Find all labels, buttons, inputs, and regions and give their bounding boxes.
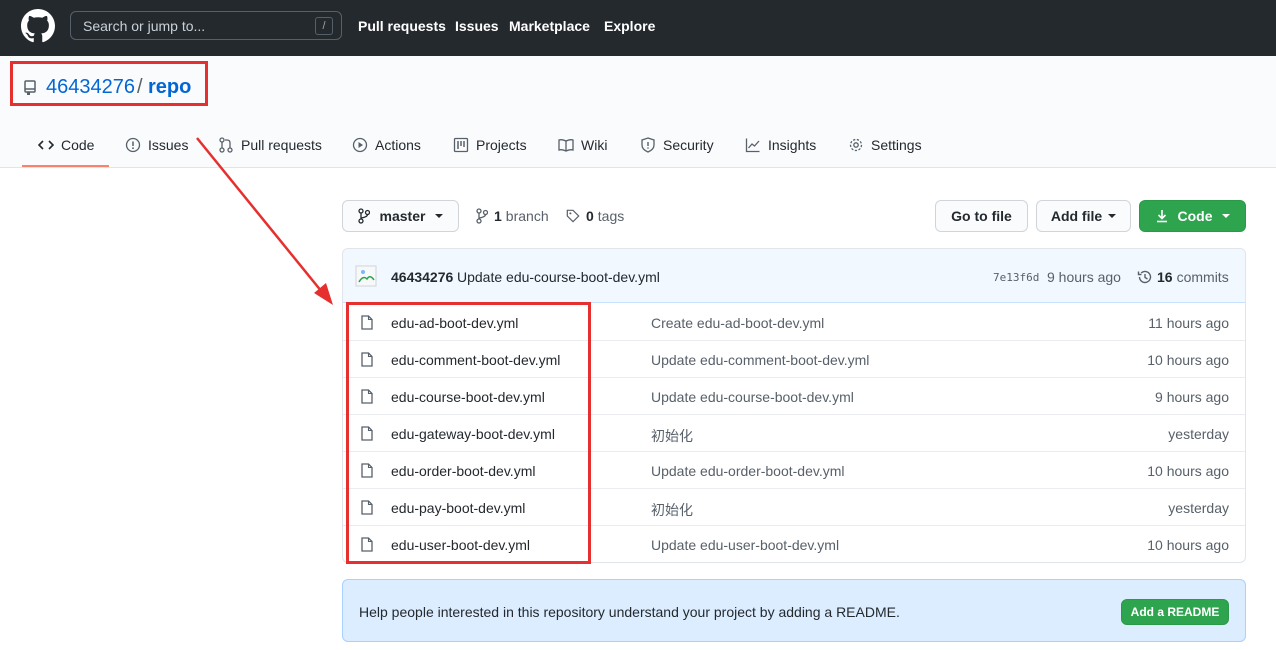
add-file-label: Add file [1050,208,1103,224]
avatar[interactable] [355,265,377,287]
commit-count: 16 [1157,269,1173,285]
file-commit-message[interactable]: 初始化 [651,426,693,446]
annotation-box-file-names [346,302,591,564]
file-commit-time: yesterday [1168,426,1229,442]
code-button-label: Code [1177,208,1213,224]
search-placeholder: Search or jump to... [83,18,206,34]
tab-settings-label: Settings [871,137,922,153]
commit-time: 9 hours ago [1047,269,1121,285]
github-logo-icon[interactable] [21,9,55,43]
go-to-file-button[interactable]: Go to file [935,200,1028,232]
file-commit-message[interactable]: Update edu-course-boot-dev.yml [651,389,854,405]
tab-insights[interactable]: Insights [745,135,816,155]
graph-icon [745,138,760,153]
file-commit-time: 9 hours ago [1155,389,1229,405]
commit-author[interactable]: 46434276 [391,269,453,285]
code-icon [38,140,54,150]
add-file-button[interactable]: Add file [1036,200,1131,232]
project-icon [453,137,469,153]
commit-count-label: commits [1176,269,1229,285]
file-commit-message[interactable]: Update edu-order-boot-dev.yml [651,463,845,479]
tags-link[interactable]: 0 tags [566,208,624,224]
branch-count: 1 [494,208,502,224]
download-icon [1156,210,1167,223]
nav-issues[interactable]: Issues [455,18,499,34]
tab-projects[interactable]: Projects [453,135,527,155]
file-commit-message[interactable]: 初始化 [651,500,693,520]
readme-prompt-text: Help people interested in this repositor… [359,604,900,620]
branch-label: branch [505,208,549,224]
tab-pull-requests[interactable]: Pull requests [218,135,322,155]
code-clone-button[interactable]: Code [1139,200,1246,232]
tab-pull-requests-label: Pull requests [241,137,322,153]
chevron-down-icon [1221,214,1230,218]
chevron-down-icon [1108,214,1117,218]
nav-marketplace[interactable]: Marketplace [509,18,590,34]
tab-code-label: Code [61,137,95,153]
file-commit-time: 10 hours ago [1147,352,1229,368]
gear-icon [849,138,863,152]
tab-actions[interactable]: Actions [352,135,421,155]
file-commit-time: 11 hours ago [1148,315,1229,331]
file-commit-message[interactable]: Update edu-user-boot-dev.yml [651,537,839,553]
commits-link[interactable]: 16 commits [1137,269,1229,285]
annotation-box-repo-title [10,61,208,106]
latest-commit-bar: 46434276 Update edu-course-boot-dev.yml … [343,249,1245,303]
tag-label: tags [597,208,625,224]
active-tab-indicator [22,165,109,167]
add-readme-button[interactable]: Add a README [1121,599,1229,625]
tab-security-label: Security [663,137,714,153]
file-commit-message[interactable]: Create edu-ad-boot-dev.yml [651,315,824,331]
file-commit-message[interactable]: Update edu-comment-boot-dev.yml [651,352,869,368]
file-commit-time: yesterday [1168,500,1229,516]
nav-explore[interactable]: Explore [604,18,655,34]
play-icon [352,137,368,153]
search-input[interactable]: Search or jump to... / [70,11,342,40]
tab-issues-label: Issues [148,137,189,153]
tab-code[interactable]: Code [38,135,94,155]
file-commit-time: 10 hours ago [1147,537,1229,553]
tab-wiki-label: Wiki [581,137,608,153]
global-header: Search or jump to... / Pull requests Iss… [0,0,1276,56]
branches-link[interactable]: 1 branch [476,208,549,224]
file-commit-time: 10 hours ago [1147,463,1229,479]
pull-request-icon [219,137,233,153]
tag-icon [566,209,580,223]
tab-settings[interactable]: Settings [848,135,922,155]
shield-icon [641,137,655,153]
readme-banner: Help people interested in this repositor… [342,579,1246,642]
tab-actions-label: Actions [375,137,421,153]
search-shortcut-key: / [315,17,333,35]
tab-wiki[interactable]: Wiki [558,135,607,155]
tab-issues[interactable]: Issues [125,135,188,155]
branch-icon [357,208,370,224]
issue-icon [125,137,141,153]
branch-name: master [379,208,426,224]
branch-select-button[interactable]: master [342,200,459,232]
tab-insights-label: Insights [768,137,817,153]
commit-message[interactable]: Update edu-course-boot-dev.yml [457,269,660,285]
branch-icon [476,208,488,224]
nav-pull-requests[interactable]: Pull requests [358,18,446,34]
history-icon [1137,270,1152,284]
tab-security[interactable]: Security [640,135,714,155]
book-icon [558,139,574,152]
tag-count: 0 [586,208,594,224]
tab-projects-label: Projects [476,137,527,153]
commit-sha[interactable]: 7e13f6d [993,271,1039,284]
chevron-down-icon [435,214,444,218]
